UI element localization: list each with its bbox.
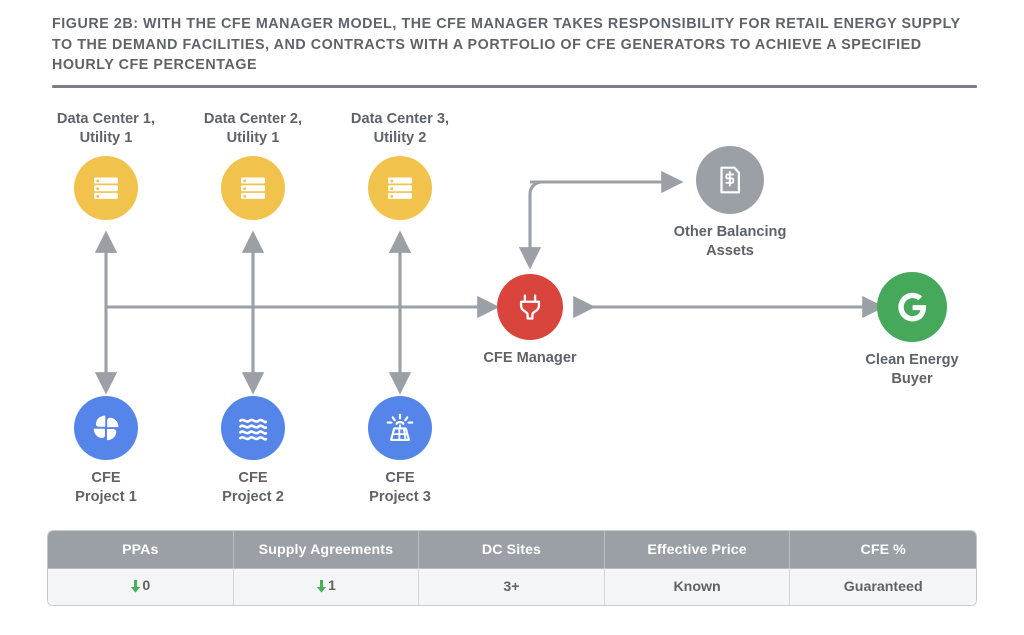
summary-table: PPAs Supply Agreements DC Sites Effectiv… (48, 531, 976, 605)
table-row: 0 1 3+ Known Guaranteed (48, 568, 976, 605)
node-data-center-1[interactable]: Data Center 1, Utility 1 (46, 110, 166, 220)
solar-panel-icon (386, 413, 414, 441)
server-rack-icon (241, 177, 265, 199)
data-center-3-label: Data Center 3, Utility 2 (350, 111, 450, 146)
table-header-supply-agreements: Supply Agreements (233, 531, 420, 568)
table-cell-dc-sites: 3+ (419, 568, 605, 605)
cfe-project-2-label: CFE Project 2 (222, 470, 284, 505)
google-g-icon (898, 292, 927, 322)
other-balancing-assets-circle[interactable] (696, 146, 764, 214)
table-cell-supply-agreements-value: 1 (327, 577, 336, 594)
clean-energy-buyer-label: Clean Energy Buyer (865, 352, 959, 387)
table-cell-supply-agreements: 1 (233, 568, 420, 605)
table-cell-ppas: 0 (48, 568, 234, 605)
invoice-dollar-icon (720, 166, 741, 194)
node-cfe-project-3[interactable]: CFE Project 3 (340, 396, 460, 506)
power-plug-icon (519, 294, 541, 320)
cfe-project-3-label: CFE Project 3 (369, 470, 431, 505)
server-rack-icon (388, 177, 412, 199)
cfe-project-2-circle[interactable] (221, 396, 285, 460)
table-header-effective-price: Effective Price (604, 531, 791, 568)
table-header-dc-sites: DC Sites (419, 531, 605, 568)
cfe-manager-label: CFE Manager (483, 350, 577, 366)
cfe-project-1-label: CFE Project 1 (75, 470, 137, 505)
data-center-2-circle[interactable] (221, 156, 285, 220)
other-balancing-assets-label: Other Balancing Assets (673, 224, 787, 259)
clean-energy-buyer-circle[interactable] (877, 272, 947, 342)
table-header-row: PPAs Supply Agreements DC Sites Effectiv… (48, 531, 976, 568)
cfe-project-3-circle[interactable] (368, 396, 432, 460)
node-data-center-2[interactable]: Data Center 2, Utility 1 (193, 110, 313, 220)
node-cfe-project-1[interactable]: CFE Project 1 (46, 396, 166, 506)
down-arrow-icon (316, 580, 327, 593)
data-center-2-label: Data Center 2, Utility 1 (203, 111, 303, 146)
node-other-balancing-assets[interactable]: Other Balancing Assets (668, 146, 792, 260)
table-cell-effective-price: Known (604, 568, 791, 605)
cfe-project-1-circle[interactable] (74, 396, 138, 460)
wind-turbine-icon (93, 415, 119, 441)
title-divider (52, 85, 977, 88)
data-center-1-label: Data Center 1, Utility 1 (56, 111, 156, 146)
figure-title: FIGURE 2B: WITH THE CFE MANAGER MODEL, T… (52, 16, 961, 73)
down-arrow-icon (130, 580, 141, 593)
figure-container: FIGURE 2B: WITH THE CFE MANAGER MODEL, T… (0, 0, 1024, 635)
node-cfe-project-2[interactable]: CFE Project 2 (193, 396, 313, 506)
table-cell-cfe-percent: Guaranteed (790, 568, 976, 605)
data-center-1-circle[interactable] (74, 156, 138, 220)
node-data-center-3[interactable]: Data Center 3, Utility 2 (340, 110, 460, 220)
cfe-manager-circle[interactable] (497, 274, 563, 340)
node-cfe-manager[interactable]: CFE Manager (468, 274, 592, 368)
table-header-cfe-percent: CFE % (790, 531, 976, 568)
data-center-3-circle[interactable] (368, 156, 432, 220)
server-rack-icon (94, 177, 118, 199)
table-cell-ppas-value: 0 (142, 577, 151, 594)
node-clean-energy-buyer[interactable]: Clean Energy Buyer (850, 272, 974, 388)
water-waves-icon (238, 418, 268, 441)
table-header-ppas: PPAs (48, 531, 234, 568)
